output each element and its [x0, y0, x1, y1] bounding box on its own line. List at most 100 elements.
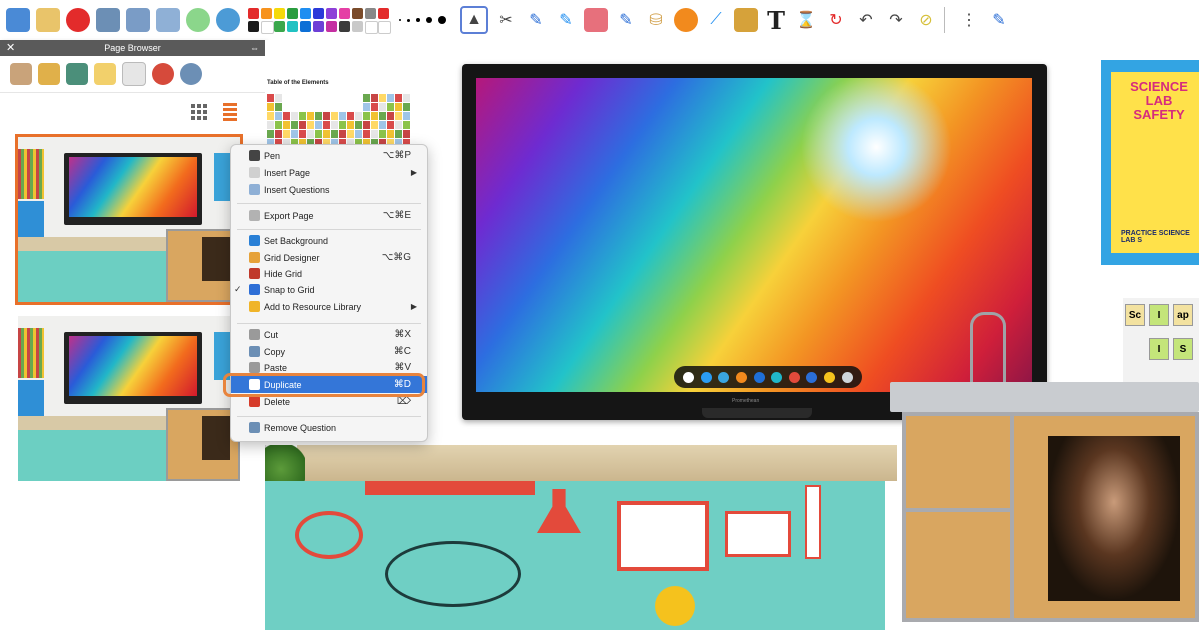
pen-size-picker[interactable]: [399, 16, 446, 24]
page-thumbnail-1[interactable]: [15, 134, 243, 305]
element-cell: [275, 112, 282, 120]
display-base: [702, 408, 812, 418]
color-swatch[interactable]: [313, 21, 324, 32]
color-swatch[interactable]: [326, 8, 337, 19]
element-cell: [395, 103, 402, 111]
element-cell: [403, 121, 410, 129]
page-icon[interactable]: [6, 8, 30, 32]
tools-icon[interactable]: ✂: [494, 8, 518, 32]
globe-icon[interactable]: [216, 8, 240, 32]
menu-item-copy[interactable]: Copy ⌘C: [231, 343, 427, 360]
media-icon[interactable]: [38, 63, 60, 85]
fill-icon[interactable]: ⛁: [644, 8, 668, 32]
color-swatch[interactable]: [378, 8, 389, 19]
color-swatch[interactable]: [261, 8, 272, 19]
science-rug[interactable]: [265, 481, 885, 630]
contacts-icon[interactable]: [36, 8, 60, 32]
hourglass-icon[interactable]: ⌛: [794, 8, 818, 32]
color-swatch[interactable]: [287, 21, 298, 32]
pin-icon[interactable]: ⇔: [250, 40, 259, 56]
color-swatch[interactable]: [300, 8, 311, 19]
color-swatch[interactable]: [378, 21, 391, 34]
menu-item-cut[interactable]: Cut ⌘X: [231, 326, 427, 343]
connector-icon[interactable]: ⟋: [704, 8, 728, 32]
desk-cabinet: [902, 412, 1199, 622]
color-swatch[interactable]: [352, 8, 363, 19]
element-cell: [315, 112, 322, 120]
menu-item-delete[interactable]: Delete ⌦: [231, 393, 427, 410]
shape-icon[interactable]: [674, 8, 698, 32]
refresh-icon[interactable]: ↻: [824, 8, 848, 32]
color-palette[interactable]: [248, 8, 391, 34]
page-icon[interactable]: [122, 62, 146, 86]
menu-item-insert-page[interactable]: Insert Page ▶: [231, 164, 427, 181]
context-menu: Pen ⌥⌘P Insert Page ▶ Insert Questions E…: [230, 144, 428, 442]
screen-capture-icon[interactable]: [96, 8, 120, 32]
menu-item-label: Add to Resource Library: [264, 301, 362, 312]
pen-size-5[interactable]: [438, 16, 446, 24]
customize-icon[interactable]: ✎: [987, 8, 1011, 32]
page-thumbnail-2[interactable]: [18, 316, 240, 481]
pen-size-1[interactable]: [399, 19, 401, 21]
menu-item-label: Remove Question: [264, 422, 337, 433]
element-cell: [291, 103, 298, 111]
menu-item-remove-question[interactable]: Remove Question: [231, 419, 427, 436]
print-icon[interactable]: [126, 8, 150, 32]
menu-item-paste[interactable]: Paste ⌘V: [231, 359, 427, 376]
color-swatch[interactable]: [339, 21, 350, 32]
highlighter-icon[interactable]: ✎: [554, 8, 578, 32]
pen-size-4[interactable]: [426, 17, 432, 23]
lab-safety-poster[interactable]: SCIENCE LAB SAFETY PRACTICE SCIENCE LAB …: [1101, 60, 1199, 265]
color-swatch[interactable]: [352, 21, 363, 32]
export-icon[interactable]: [156, 8, 180, 32]
recycle-icon[interactable]: [180, 63, 202, 85]
more-icon[interactable]: ⋮: [957, 8, 981, 32]
list-view-icon[interactable]: [223, 103, 237, 121]
menu-item-set-background[interactable]: Set Background: [231, 232, 427, 249]
delete-icon: [249, 396, 260, 407]
color-swatch[interactable]: [313, 8, 324, 19]
grid-view-icon[interactable]: [191, 104, 207, 120]
cut-icon: [249, 329, 260, 340]
pen-size-3[interactable]: [416, 18, 420, 22]
lab-desk[interactable]: [890, 312, 1199, 630]
element-cell: [315, 103, 322, 111]
color-swatch[interactable]: [274, 8, 285, 19]
pen-icon[interactable]: ✎: [524, 8, 548, 32]
stop-icon[interactable]: [66, 8, 90, 32]
folder-icon[interactable]: [10, 63, 32, 85]
color-swatch[interactable]: [326, 21, 337, 32]
house-icon[interactable]: [66, 63, 88, 85]
magic-ink-icon[interactable]: ✎: [614, 8, 638, 32]
color-swatch[interactable]: [365, 8, 376, 19]
undo-icon[interactable]: ↶: [854, 8, 878, 32]
text-tool-icon[interactable]: T: [764, 6, 788, 35]
close-icon[interactable]: ✕: [6, 40, 15, 56]
color-swatch[interactable]: [274, 21, 285, 32]
color-swatch[interactable]: [248, 8, 259, 19]
color-swatch[interactable]: [339, 8, 350, 19]
menu-item-label: Pen: [264, 150, 281, 161]
menu-item-add-to-resource-library[interactable]: Add to Resource Library ▶: [231, 298, 427, 315]
select-icon[interactable]: ▲: [460, 6, 488, 34]
play-icon[interactable]: [186, 8, 210, 32]
color-swatch[interactable]: [261, 21, 274, 34]
menu-item-export-page[interactable]: Export Page ⌥⌘E: [231, 207, 427, 224]
menu-item-duplicate[interactable]: Duplicate ⌘D: [231, 376, 427, 393]
color-swatch[interactable]: [300, 21, 311, 32]
menu-item-grid-designer[interactable]: Grid Designer ⌥⌘G: [231, 249, 427, 266]
color-swatch[interactable]: [287, 8, 298, 19]
menu-item-hide-grid[interactable]: Hide Grid: [231, 265, 427, 282]
menu-item-insert-questions[interactable]: Insert Questions: [231, 181, 427, 198]
menu-item-snap-to-grid[interactable]: ✓ Snap to Grid: [231, 281, 427, 298]
color-swatch[interactable]: [248, 21, 259, 32]
clear-icon[interactable]: ⊘: [914, 8, 938, 32]
menu-item-pen[interactable]: Pen ⌥⌘P: [231, 147, 427, 164]
pen-size-2[interactable]: [407, 18, 410, 22]
color-swatch[interactable]: [365, 21, 378, 34]
spinner-icon[interactable]: [152, 63, 174, 85]
note-icon[interactable]: [94, 63, 116, 85]
media-icon[interactable]: [734, 8, 758, 32]
eraser-icon[interactable]: [584, 8, 608, 32]
redo-icon[interactable]: ↷: [884, 8, 908, 32]
